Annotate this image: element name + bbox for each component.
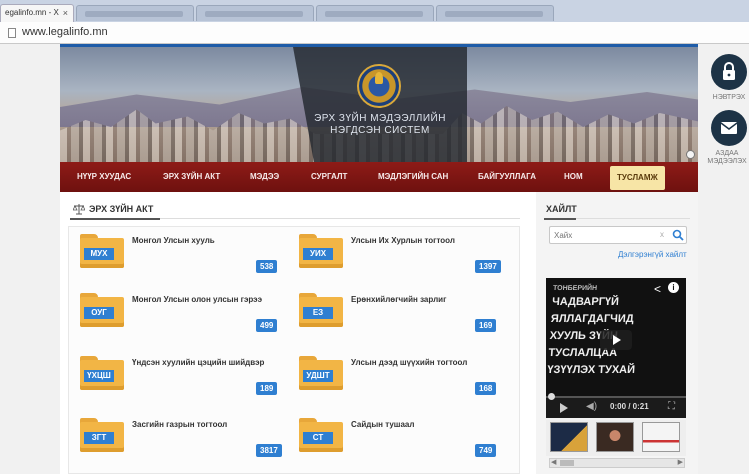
category-supreme-court[interactable]: УДШТ Улсын дээд шүүхийн тогтоол 168 [299,356,504,406]
folder-icon: УДШТ [299,356,343,390]
category-count-badge: 538 [256,260,278,273]
scrollbar-thumb[interactable] [560,460,574,466]
browser-tab[interactable] [196,5,314,21]
share-icon[interactable]: < [654,282,661,296]
category-name[interactable]: Үндсэн хуулийн цэцийн шийдвэр [132,358,264,367]
nav-item-help[interactable]: ТУСЛАМЖ [610,166,665,190]
page-icon [8,28,16,38]
fullscreen-icon[interactable]: ⛶ [668,401,675,412]
nav-item-legal-acts[interactable]: ЭРХ ЗҮЙН АКТ [163,162,220,192]
notify-label[interactable]: АЗДАА МЭДЭЭЛЭХ [702,150,749,166]
nav-item-books[interactable]: НОМ [564,162,583,192]
progress-knob[interactable] [548,393,555,400]
category-count-badge: 749 [475,444,497,457]
category-count-badge: 168 [475,382,497,395]
folder-icon: ЕЗ [299,293,343,327]
browser-tab[interactable] [316,5,434,21]
browser-tab[interactable] [436,5,554,21]
video-thumbnails [546,420,686,456]
nav-item-knowledge-base[interactable]: МЭДЛЭГИЙН САН [378,162,448,192]
category-name[interactable]: Сайдын тушаал [351,420,414,429]
video-thumbnail[interactable] [596,422,634,452]
category-international-treaties[interactable]: ОУГ Монгол Улсын олон улсын гэрээ 499 [80,293,285,343]
category-government-resolutions[interactable]: ЗГТ Засгийн газрын тогтоол 3817 [80,418,285,468]
info-icon[interactable]: i [668,282,679,293]
section-divider [70,218,520,220]
control-play-icon[interactable] [560,403,568,413]
folder-icon: МУХ [80,234,124,268]
video-player[interactable]: ТОНБЕРИЙН ЧАДВАРГҮЙ ЯЛЛАГДАГЧИД ХУУЛЬ ЗҮ… [546,278,686,418]
video-time: 0:00 / 0:21 [610,402,649,411]
category-name[interactable]: Улсын Их Хурлын тогтоол [351,236,455,245]
nav-item-organizations[interactable]: БАЙГУУЛЛАГА [478,162,536,192]
clear-search-icon[interactable]: x [660,230,664,239]
category-count-badge: 3817 [256,444,282,457]
site-title[interactable]: ЭРХ ЗҮЙН МЭДЭЭЛЛИЙН НЭГДСЭН СИСТЕМ [290,113,470,137]
browser-tab[interactable] [76,5,194,21]
category-presidential-decrees[interactable]: ЕЗ Ерөнхийлөгчийн зарлиг 169 [299,293,504,343]
folder-icon: ЗГТ [80,418,124,452]
notify-button[interactable] [711,110,747,146]
browser-tab-active[interactable]: egalinfo.mn - X × [0,4,74,22]
category-count-badge: 189 [256,382,278,395]
nav-item-home[interactable]: НҮҮР ХУУДАС [77,162,131,192]
state-emblem-icon[interactable] [357,64,401,108]
category-name[interactable]: Улсын дээд шүүхийн тогтоол [351,358,467,367]
folder-icon: СТ [299,418,343,452]
nav-item-news[interactable]: МЭДЭЭ [250,162,279,192]
category-count-badge: 169 [475,319,497,332]
video-controls: ◀) 0:00 / 0:21 ⛶ [546,393,686,418]
scroll-right-icon[interactable]: ▶ [678,458,683,466]
category-name[interactable]: Монгол Улсын олон улсын гэрээ [132,295,262,304]
advanced-search-link[interactable]: Дэлгэрэнгүй хайлт [618,250,687,259]
scroll-left-icon[interactable]: ◀ [551,458,556,466]
folder-icon: УИХ [299,234,343,268]
volume-icon[interactable]: ◀) [586,401,597,412]
scales-icon [73,204,85,215]
folder-icon: ОУГ [80,293,124,327]
envelope-icon [720,122,738,134]
category-name[interactable]: Засгийн газрын тогтоол [132,420,227,429]
video-thumbnail[interactable] [550,422,588,452]
main-nav: НҮҮР ХУУДАС ЭРХ ЗҮЙН АКТ МЭДЭЭ СУРГАЛТ М… [60,162,698,192]
folder-icon: ҮХЦШ [80,356,124,390]
login-label[interactable]: НЭВТРЭХ [704,94,749,102]
category-count-badge: 499 [256,319,278,332]
section-title: ЭРХ ЗҮЙН АКТ [89,204,154,214]
video-thumbnail[interactable] [642,422,680,452]
category-parliament-resolutions[interactable]: УИХ Улсын Их Хурлын тогтоол 1397 [299,234,504,284]
nav-item-training[interactable]: СУРГАЛТ [311,162,347,192]
search-icon[interactable] [672,229,684,241]
search-divider [544,218,690,220]
category-name[interactable]: Ерөнхийлөгчийн зарлиг [351,295,446,304]
url-text[interactable]: www.legalinfo.mn [22,26,108,38]
browser-tab-bar: egalinfo.mn - X × [0,0,749,22]
category-name[interactable]: Монгол Улсын хууль [132,236,215,245]
thumbnail-scrollbar[interactable]: ◀ ▶ [549,458,685,468]
lock-icon [723,62,735,80]
close-tab-icon[interactable]: × [63,8,68,18]
category-minister-orders[interactable]: СТ Сайдын тушаал 749 [299,418,504,468]
address-bar[interactable]: www.legalinfo.mn [0,22,749,44]
category-constitutional-court[interactable]: ҮХЦШ Үндсэн хуулийн цэцийн шийдвэр 189 [80,356,285,406]
search-section-title: ХАЙЛТ [546,204,577,214]
play-icon[interactable] [600,330,632,350]
category-laws[interactable]: МУХ Монгол Улсын хууль 538 [80,234,285,284]
slider-dot[interactable] [686,150,695,159]
category-count-badge: 1397 [475,260,501,273]
search-input[interactable] [554,229,654,241]
browser-tab-title: egalinfo.mn - X [5,8,59,17]
search-box: x [549,226,687,244]
video-progress-bar[interactable] [546,393,686,400]
login-button[interactable] [711,54,747,90]
